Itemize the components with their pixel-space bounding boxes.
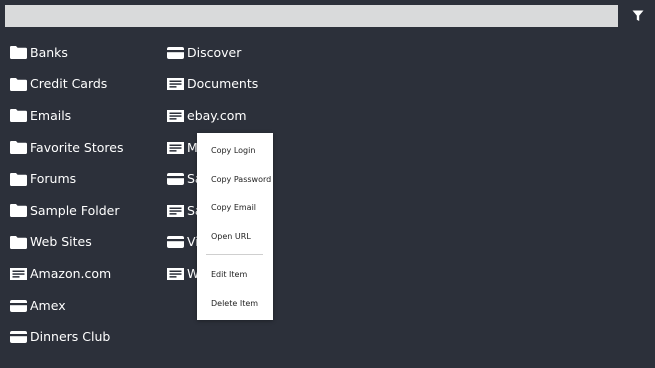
folder-icon: [10, 77, 27, 91]
menu-item-open-url[interactable]: Open URL: [211, 232, 251, 241]
login-item-icon: [167, 109, 184, 123]
list-item-label: Credit Cards: [30, 76, 108, 92]
folder-icon: [10, 235, 27, 249]
list-item-label: Banks: [30, 44, 68, 60]
list-item-sample-folder[interactable]: Sample Folder: [10, 195, 123, 227]
list-item-amex[interactable]: Amex: [10, 290, 123, 322]
list-item-label: Amazon.com: [30, 265, 112, 281]
item-column-1: Banks Credit Cards Emails Favorite Stores Fo…: [10, 37, 123, 353]
list-item-label: Favorite Stores: [30, 139, 124, 155]
menu-item-copy-login[interactable]: Copy Login: [211, 146, 255, 155]
menu-item-delete-item[interactable]: Delete Item: [211, 299, 258, 308]
login-item-icon: [167, 77, 184, 91]
list-item-ebay-com[interactable]: ebay.com: [167, 100, 258, 132]
list-item-favorite-stores[interactable]: Favorite Stores: [10, 132, 123, 164]
menu-item-edit-item[interactable]: Edit Item: [211, 270, 247, 279]
list-item-label: Forums: [30, 171, 77, 187]
list-item-forums[interactable]: Forums: [10, 163, 123, 195]
card-item-icon: [167, 46, 184, 60]
folder-icon: [10, 172, 27, 186]
list-item-amazon-com[interactable]: Amazon.com: [10, 258, 123, 290]
card-item-icon: [167, 172, 184, 186]
list-item-banks[interactable]: Banks: [10, 37, 123, 69]
menu-separator: [206, 254, 263, 255]
folder-icon: [10, 109, 27, 123]
login-item-icon: [167, 141, 184, 155]
list-item-label: Web Sites: [30, 234, 92, 250]
login-item-icon: [167, 267, 184, 281]
search-input[interactable]: [5, 5, 618, 27]
list-item-label: Discover: [187, 44, 242, 60]
list-item-dinners-club[interactable]: Dinners Club: [10, 321, 123, 353]
card-item-icon: [10, 299, 27, 313]
list-item-web-sites[interactable]: Web Sites: [10, 227, 123, 259]
menu-item-copy-password[interactable]: Copy Password: [211, 175, 271, 184]
list-item-credit-cards[interactable]: Credit Cards: [10, 69, 123, 101]
list-item-discover[interactable]: Discover: [167, 37, 258, 69]
filter-icon: [632, 10, 644, 21]
list-item-label: ebay.com: [187, 107, 247, 123]
list-item-label: Documents: [187, 76, 259, 92]
list-item-documents[interactable]: Documents: [167, 69, 258, 101]
list-item-label: Sample Folder: [30, 202, 120, 218]
card-item-icon: [167, 235, 184, 249]
folder-icon: [10, 46, 27, 60]
card-item-icon: [10, 330, 27, 344]
folder-icon: [10, 204, 27, 218]
filter-button[interactable]: [628, 6, 648, 26]
context-menu: Copy Login Copy Password Copy Email Open…: [197, 133, 273, 320]
list-item-label: Amex: [30, 297, 66, 313]
folder-icon: [10, 141, 27, 155]
list-item-emails[interactable]: Emails: [10, 100, 123, 132]
list-item-label: Emails: [30, 107, 72, 123]
menu-item-copy-email[interactable]: Copy Email: [211, 203, 256, 212]
list-item-label: Dinners Club: [30, 329, 111, 345]
login-item-icon: [167, 204, 184, 218]
app-window: Banks Credit Cards Emails Favorite Stores Fo…: [0, 0, 655, 368]
login-item-icon: [10, 267, 27, 281]
